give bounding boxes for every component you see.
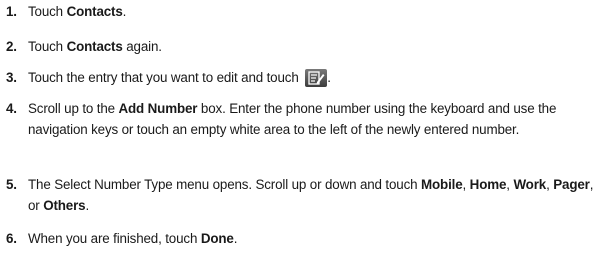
step-number: 2. xyxy=(6,39,17,54)
ui-term: Mobile xyxy=(421,177,463,192)
edit-icon xyxy=(305,69,328,87)
step-text: Scroll up to the Add Number box. Enter t… xyxy=(28,101,557,137)
step-text: Touch the entry that you want to edit an… xyxy=(28,69,331,87)
step-number: 1. xyxy=(6,4,17,19)
step-text: Touch Contacts again. xyxy=(28,39,162,54)
step-number: 5. xyxy=(6,177,17,192)
step-number: 6. xyxy=(6,231,17,246)
step-number: 4. xyxy=(6,101,17,116)
ui-term: Pager xyxy=(553,177,590,192)
ui-term: Contacts xyxy=(66,39,123,54)
ui-term: Others xyxy=(43,198,86,213)
ui-term: Done xyxy=(200,231,234,246)
ui-term: Contacts xyxy=(66,4,123,19)
instruction-list: 1. Touch Contacts. 2. Touch Contacts aga… xyxy=(0,0,601,270)
step-text: When you are finished, touch Done. xyxy=(28,231,238,246)
step-number: 3. xyxy=(6,70,17,85)
ui-term: Home xyxy=(469,177,507,192)
ui-term: Add Number xyxy=(118,101,198,116)
ui-term: Work xyxy=(513,177,547,192)
step-text: Touch Contacts. xyxy=(28,4,127,19)
step-text: The Select Number Type menu opens. Scrol… xyxy=(28,177,594,213)
